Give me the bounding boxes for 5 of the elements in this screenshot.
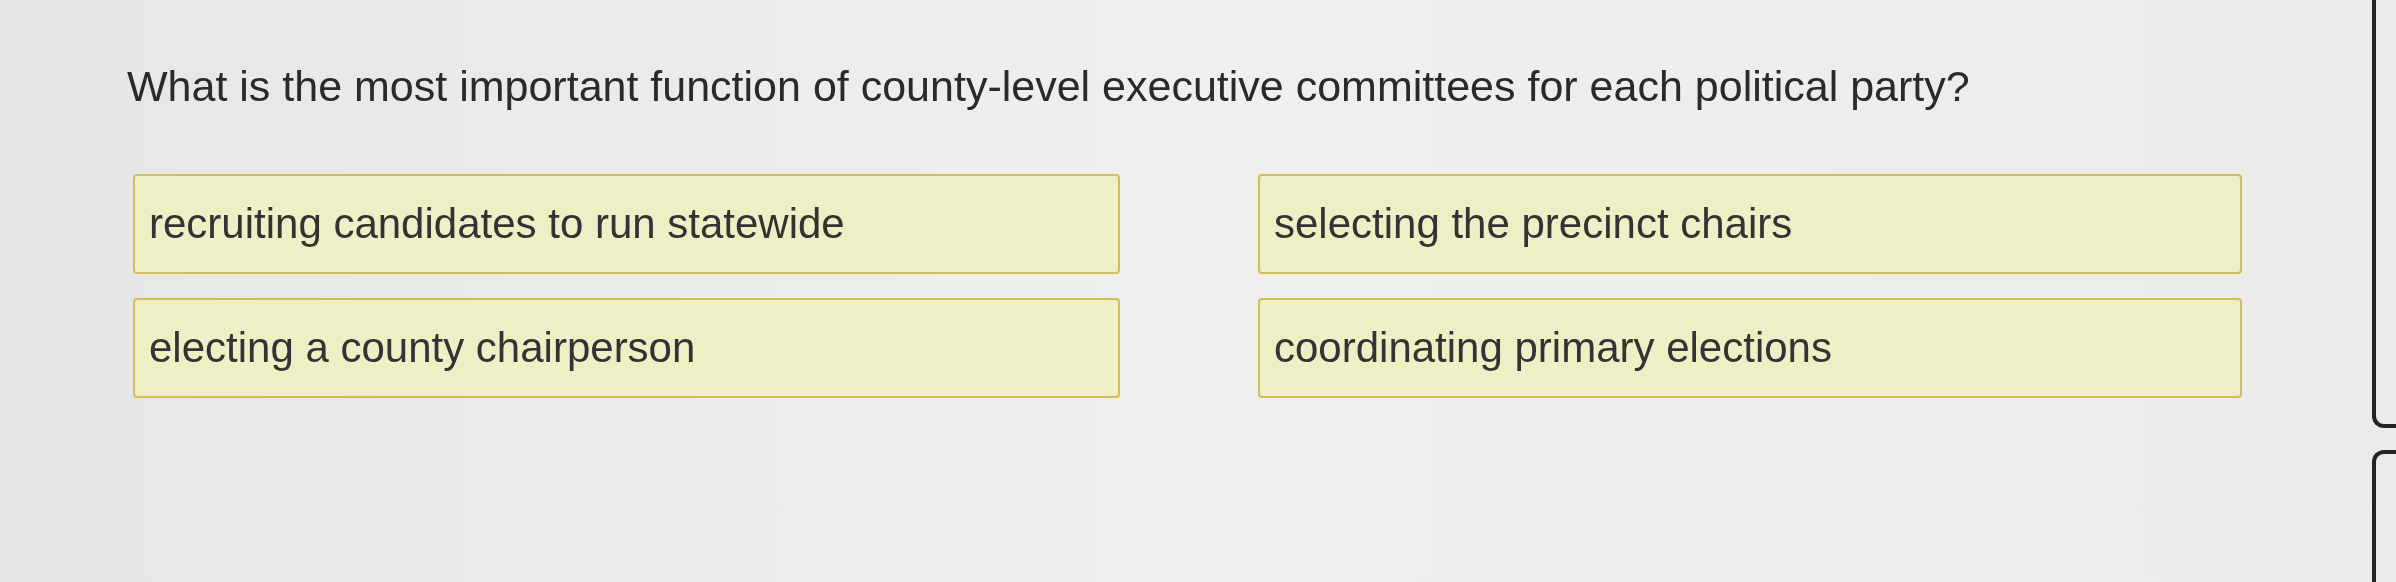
answer-option[interactable]: coordinating primary elections: [1258, 298, 2242, 398]
answer-option[interactable]: selecting the precinct chairs: [1258, 174, 2242, 274]
question-text: What is the most important function of county-level executive committees for each political party?: [127, 61, 1971, 112]
answer-option[interactable]: electing a county chairperson: [133, 298, 1120, 398]
answer-option[interactable]: recruiting candidates to run statewide: [133, 174, 1120, 274]
